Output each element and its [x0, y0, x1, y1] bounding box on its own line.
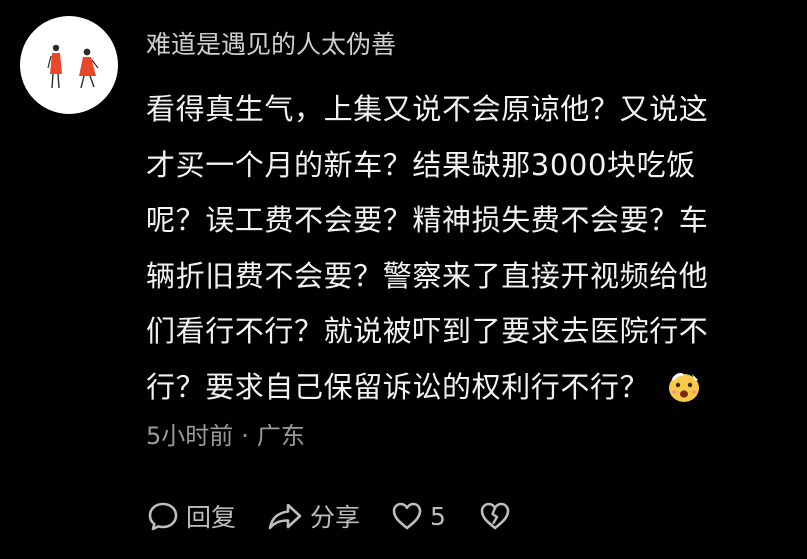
reply-label: 回复	[186, 503, 237, 532]
comment-item: 难道是遇见的人太伪善 看得真生气，上集又说不会原谅他？又说这 才买一个月的新车？…	[0, 0, 807, 559]
avatar-figures-image	[47, 44, 99, 89]
reply-button[interactable]: 回复	[146, 498, 236, 534]
comment-line: 看得真生气，上集又说不会原谅他？又说这	[146, 92, 709, 126]
username[interactable]: 难道是遇见的人太伪善	[146, 27, 396, 63]
dislike-button[interactable]	[478, 499, 512, 533]
share-arrow-icon	[266, 499, 304, 533]
comment-actions: 回复 分享 5	[146, 494, 512, 538]
heart-icon	[390, 499, 424, 533]
comment-line-text: 行？要求自己保留诉讼的权利行不行？	[146, 369, 650, 404]
share-button[interactable]: 分享	[266, 498, 360, 534]
broken-heart-icon	[478, 499, 512, 533]
comment-line: 们看行不行？就说被吓到了要求去医院行不	[146, 314, 709, 348]
comment-line: 辆折旧费不会要？警察来了直接开视频给他	[146, 258, 709, 293]
location: 广东	[256, 422, 305, 450]
timestamp: 5小时前	[146, 422, 234, 450]
comment-line-last: 行？要求自己保留诉讼的权利行不行？	[146, 360, 786, 416]
speech-bubble-icon	[146, 499, 180, 533]
like-button[interactable]: 5	[390, 499, 446, 533]
comment-text: 看得真生气，上集又说不会原谅他？又说这 才买一个月的新车？结果缺那3000块吃饭…	[146, 82, 786, 415]
like-count: 5	[430, 501, 446, 531]
shocked-face-emoji-icon	[665, 367, 703, 402]
meta-separator: ·	[241, 422, 249, 450]
comment-meta: 5小时前 · 广东	[146, 418, 305, 454]
share-label: 分享	[310, 503, 361, 532]
comment-line: 呢？误工费不会要？精神损失费不会要？车	[146, 203, 709, 237]
avatar[interactable]	[20, 16, 118, 114]
comment-line: 才买一个月的新车？结果缺那3000块吃饭	[146, 147, 696, 182]
